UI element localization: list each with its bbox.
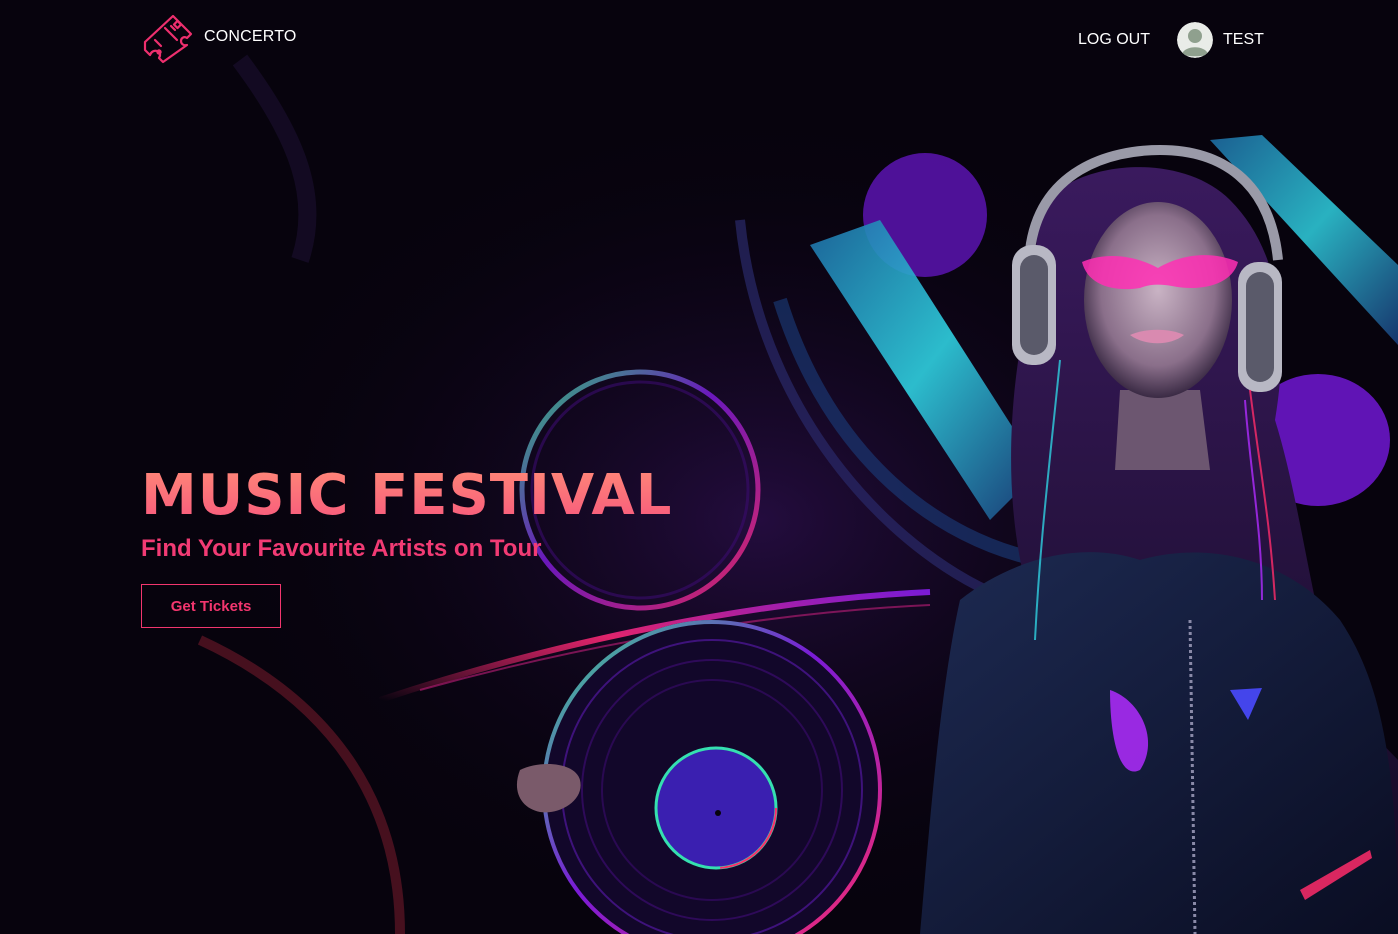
hero-subtitle: Find Your Favourite Artists on Tour — [141, 535, 542, 562]
user-avatar-icon — [1177, 22, 1213, 58]
brand-name: CONCERTO — [204, 28, 297, 45]
user-name: TEST — [1223, 31, 1264, 48]
page: CONCERTO LOG OUT TEST MUSIC FESTIVAL Fin… — [0, 0, 1398, 934]
user-menu[interactable]: TEST — [1177, 22, 1264, 58]
get-tickets-button[interactable]: Get Tickets — [141, 584, 281, 628]
hero-title: MUSIC FESTIVAL — [141, 463, 673, 528]
site-header: CONCERTO LOG OUT TEST — [0, 0, 1398, 80]
logout-link[interactable]: LOG OUT — [1078, 31, 1150, 49]
hero-section: MUSIC FESTIVAL Find Your Favourite Artis… — [141, 462, 672, 628]
brand-link[interactable]: CONCERTO — [141, 12, 297, 64]
ticket-icon — [143, 14, 193, 64]
